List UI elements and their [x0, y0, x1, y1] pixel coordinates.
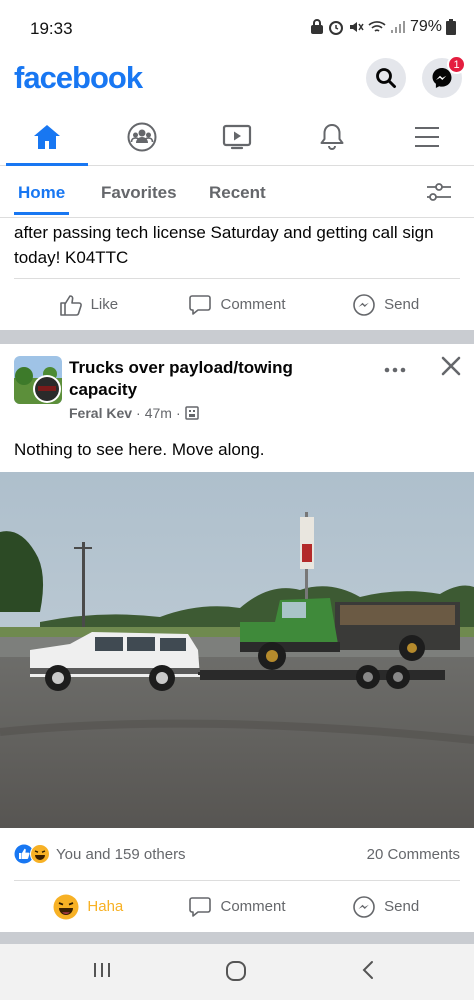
post-author[interactable]: Feral Kev [69, 405, 132, 421]
alarm-icon [328, 21, 343, 35]
comment-label: Comment [220, 898, 286, 915]
home-icon [34, 125, 60, 149]
send-button[interactable]: Send [311, 279, 460, 330]
meta-separator: · [175, 405, 181, 421]
comment-button[interactable]: Comment [163, 279, 312, 330]
post-time[interactable]: 47m [145, 405, 172, 421]
system-nav-bar [0, 944, 474, 1000]
signal-icon [390, 21, 405, 33]
battery-icon [446, 19, 456, 35]
thumbs-up-icon [59, 294, 82, 316]
audience-icon [184, 406, 199, 420]
group-name[interactable]: Trucks over payload/towing capacity [69, 357, 319, 401]
back-button[interactable] [360, 960, 376, 985]
post-photo[interactable] [0, 472, 474, 828]
close-icon [441, 356, 461, 376]
nav-menu[interactable] [382, 108, 472, 166]
group-avatar[interactable] [14, 356, 62, 404]
nav-home[interactable] [2, 108, 92, 166]
recent-apps-icon [94, 963, 110, 977]
haha-reaction-button[interactable]: Haha [14, 881, 163, 932]
like-button[interactable]: Like [14, 279, 163, 330]
main-nav [0, 108, 474, 166]
feed-divider [0, 932, 474, 944]
comment-button[interactable]: Comment [163, 881, 312, 932]
reactions-text: You and 159 others [56, 845, 186, 863]
bell-icon [320, 124, 344, 150]
filter-icon [427, 183, 451, 201]
hide-post-button[interactable] [440, 355, 462, 382]
groups-icon [127, 122, 157, 152]
tab-home[interactable]: Home [13, 183, 70, 215]
status-time: 19:33 [30, 19, 73, 38]
status-icons: 79% [310, 18, 456, 36]
reactions-summary: You and 159 others 20 Comments [14, 842, 460, 866]
send-label: Send [384, 296, 420, 313]
status-bar: 19:33 79% [0, 0, 474, 58]
back-icon [362, 961, 373, 979]
search-button[interactable] [366, 58, 406, 98]
previous-post-actions: Like Comment Send [14, 278, 460, 330]
previous-post-text: after passing tech license Saturday and … [14, 223, 434, 267]
comments-count[interactable]: 20 Comments [367, 846, 460, 863]
comment-icon [189, 896, 212, 917]
messenger-badge: 1 [447, 55, 466, 74]
messenger-send-icon [353, 293, 375, 316]
more-icon [384, 367, 406, 373]
app-header: facebook 1 [0, 55, 474, 104]
tab-favorites[interactable]: Favorites [101, 183, 177, 203]
messenger-send-icon [353, 895, 375, 918]
feed-divider [0, 330, 474, 344]
watch-icon [222, 124, 252, 150]
home-circle-icon [226, 961, 246, 981]
haha-reaction-icon [30, 844, 50, 864]
post-text: Nothing to see here. Move along. [14, 440, 265, 459]
haha-label: Haha [87, 898, 124, 915]
recent-apps-button[interactable] [92, 960, 112, 985]
comment-label: Comment [220, 296, 286, 313]
post-meta: Feral Kev · 47m · [69, 405, 199, 421]
home-system-button[interactable] [225, 960, 247, 987]
post-actions: Haha Comment Send [14, 880, 460, 932]
lock-icon [310, 19, 323, 34]
tab-recent[interactable]: Recent [209, 183, 266, 203]
meta-separator: · [136, 405, 141, 421]
facebook-logo[interactable]: facebook [14, 60, 143, 96]
feed-filter-button[interactable] [426, 182, 452, 207]
comment-icon [189, 294, 212, 315]
reaction-counts[interactable]: You and 159 others [14, 844, 186, 864]
nav-groups[interactable] [97, 108, 187, 166]
send-button[interactable]: Send [311, 881, 460, 932]
menu-icon [415, 127, 439, 147]
more-options-button[interactable] [384, 357, 406, 380]
haha-icon [53, 894, 79, 919]
feed-tabs: Home Favorites Recent [0, 166, 474, 218]
like-label: Like [90, 296, 119, 313]
mute-icon [349, 22, 364, 32]
nav-watch[interactable] [192, 108, 282, 166]
search-icon [376, 68, 396, 88]
nav-notifications[interactable] [287, 108, 377, 166]
send-label: Send [384, 898, 420, 915]
messenger-button[interactable]: 1 [422, 55, 466, 98]
wifi-icon [368, 21, 386, 32]
battery-percent: 79% [409, 18, 442, 35]
